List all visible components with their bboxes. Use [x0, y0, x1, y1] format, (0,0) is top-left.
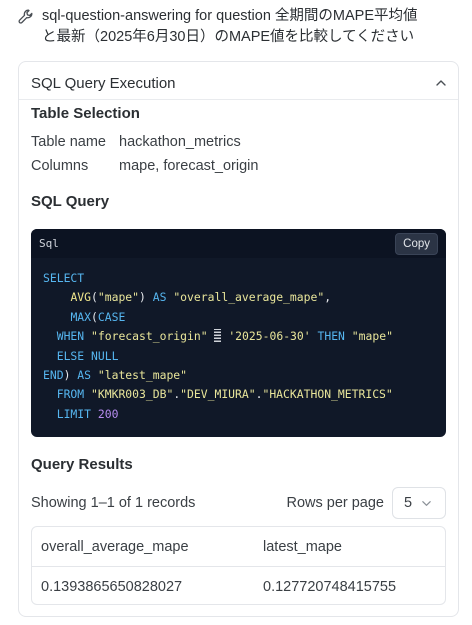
column-header-latest-mape[interactable]: latest_mape	[263, 539, 342, 555]
code-line: FROM "KMKR003_DB"."DEV_MIURA"."HACKATHON…	[56, 387, 393, 402]
columns-row: Columns mape, forecast_origin	[31, 158, 258, 174]
wrench-icon	[18, 9, 33, 24]
results-table: overall_average_mape latest_mape 0.13938…	[31, 526, 446, 605]
tool-call-header[interactable]: sql-question-answering for question 全期間の…	[18, 6, 458, 48]
chevron-up-icon[interactable]	[435, 77, 447, 89]
table-selection-heading: Table Selection	[31, 105, 140, 122]
copy-button[interactable]: Copy	[395, 233, 438, 255]
code-line: LIMIT 200	[56, 406, 119, 421]
table-name-value: hackathon_metrics	[119, 134, 241, 150]
tool-title-line-2: と最新（2025年6月30日）のMAPE値を比較してください	[42, 29, 415, 45]
rows-per-page-label: Rows per page	[286, 495, 384, 511]
sql-query-heading: SQL Query	[31, 193, 110, 210]
code-line: END) AS "latest_mape"	[43, 368, 188, 383]
tool-result-panel: sql-question-answering for question 全期間の…	[0, 0, 472, 625]
rows-per-page-select[interactable]: 5	[392, 487, 446, 519]
results-pagination-bar: Showing 1–1 of 1 records Rows per page 5	[31, 487, 446, 519]
sql-code: SELECT AVG("mape") AS "overall_average_m…	[43, 269, 393, 424]
sql-code-block: Sql Copy SELECT AVG("mape") AS "overall_…	[31, 229, 446, 437]
tool-call-title: sql-question-answering for question 全期間の…	[42, 6, 418, 48]
rows-per-page-control: Rows per page 5	[286, 487, 446, 519]
column-header-overall-average-mape[interactable]: overall_average_mape	[41, 539, 189, 555]
code-line: AVG("mape") AS "overall_average_mape",	[70, 290, 332, 305]
rows-per-page-value: 5	[404, 495, 413, 511]
code-line: SELECT	[43, 271, 85, 285]
code-language-label: Sql	[39, 237, 59, 250]
showing-records-text: Showing 1–1 of 1 records	[31, 495, 196, 511]
card-divider	[19, 99, 458, 100]
table-row: 0.1393865650828027 0.127720748415755	[32, 567, 445, 606]
code-line: ELSE NULL	[56, 348, 119, 363]
card-title: SQL Query Execution	[31, 74, 176, 92]
text-cursor	[214, 329, 222, 343]
columns-value: mape, forecast_origin	[119, 158, 259, 174]
table-header-row: overall_average_mape latest_mape	[32, 527, 445, 567]
code-line: MAX(CASE	[70, 309, 126, 324]
table-name-label: Table name	[31, 134, 106, 150]
sql-execution-card: SQL Query Execution Table Selection Tabl…	[18, 61, 459, 617]
code-line: WHEN "forecast_origin" '2025-06-30' THEN…	[56, 329, 393, 344]
columns-label: Columns	[31, 158, 89, 174]
cell-latest-mape: 0.127720748415755	[263, 578, 397, 595]
tool-title-line-1: sql-question-answering for question 全期間の…	[42, 8, 418, 24]
cell-overall-average-mape: 0.1393865650828027	[41, 578, 183, 595]
chevron-down-icon	[422, 500, 431, 506]
code-toolbar: Sql Copy	[31, 229, 446, 258]
card-header[interactable]: SQL Query Execution	[31, 72, 447, 94]
table-name-row: Table name hackathon_metrics	[31, 134, 241, 150]
query-results-heading: Query Results	[31, 456, 133, 473]
